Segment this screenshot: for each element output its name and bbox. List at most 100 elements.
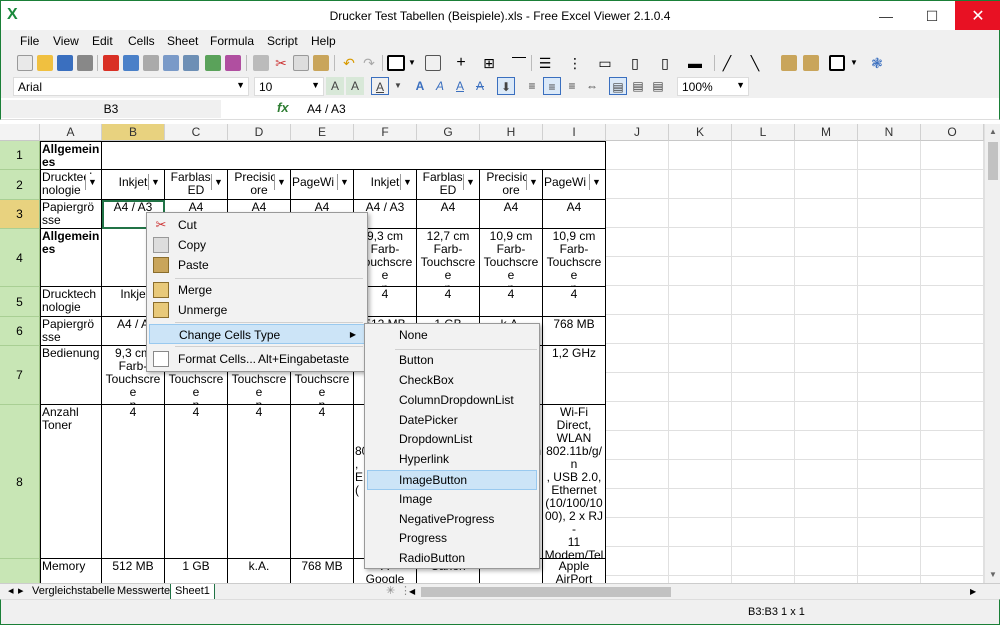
menu-item-paste[interactable]: Paste [149,255,365,275]
cell-i4[interactable]: 10,9 cm Farb- Touchscree n [543,229,606,287]
col-header-d[interactable]: D [228,124,291,141]
strikethrough-icon[interactable]: A [471,77,489,95]
horizontal-scroll-thumb[interactable] [421,587,671,597]
grow-font-icon[interactable]: A [326,77,344,95]
cell-g5[interactable]: 4 [417,287,480,317]
cell-h2[interactable]: Precision ore ▼ [480,170,543,200]
col-header-a[interactable]: A [40,124,102,141]
col-header-f[interactable]: F [354,124,417,141]
border-box-icon[interactable] [425,55,441,71]
cell-b8[interactable]: 4 [102,405,165,559]
shrink-font-icon[interactable]: A [346,77,364,95]
function-icon[interactable]: fx [277,100,289,115]
col-header-j[interactable]: J [606,124,669,141]
submenu-item-imagebutton[interactable]: ImageButton [367,470,537,490]
style-dropdown-icon[interactable]: ▼ [849,55,859,71]
col-header-b[interactable]: B [102,124,165,141]
zoom-select[interactable]: 100% ▼ [677,77,749,96]
menu-file[interactable]: File [20,34,39,48]
vertical-scrollbar[interactable]: ▲ ▼ [984,124,1000,583]
cell-i9[interactable]: Apple AirPort [543,559,606,583]
cell-e8[interactable]: 4 [291,405,354,559]
cell-h5[interactable]: 4 [480,287,543,317]
cell-g2[interactable]: Farblaser ED ▼ [417,170,480,200]
menu-help[interactable]: Help [311,34,336,48]
submenu-item-columndropdownlist[interactable]: ColumnDropdownList [367,391,537,411]
border-bottom-icon[interactable]: ▭ [597,55,613,71]
col-header-h[interactable]: H [480,124,543,141]
unmerge-cells-icon[interactable] [803,55,819,71]
border-top-icon[interactable]: ⎺ [511,55,527,71]
font-color-icon[interactable]: A [371,77,389,95]
border-inner-icon[interactable]: + [453,55,469,71]
cell-f2[interactable]: Inkjet ▼ [354,170,417,200]
dropdown-arrow-icon[interactable]: ▼ [526,174,540,190]
cell-c8[interactable]: 4 [165,405,228,559]
col-header-g[interactable]: G [417,124,480,141]
row-header-6[interactable]: 6 [0,317,40,346]
row-header-8[interactable]: 8 [0,405,40,559]
copy-format-icon[interactable] [253,55,269,71]
font-size-select[interactable]: 10 ▼ [254,77,324,96]
dropdown-arrow-icon[interactable]: ▼ [211,174,225,190]
undo-icon[interactable]: ↶ [341,55,357,71]
row-header-4[interactable]: 4 [0,229,40,287]
submenu-item-image[interactable]: Image [367,490,537,510]
italic-icon[interactable]: A [431,77,449,95]
submenu-item-hyperlink[interactable]: Hyperlink [367,450,537,470]
menu-item-unmerge[interactable]: Unmerge [149,300,365,320]
menu-item-change-cells-type[interactable]: Change Cells Type ▶ [149,324,365,344]
menu-view[interactable]: View [53,34,79,48]
formula-input[interactable]: A4 / A3 [301,100,991,118]
align-bottom-icon[interactable]: ⬇ [497,77,515,95]
cell-c9[interactable]: 1 GB [165,559,228,583]
menu-item-merge[interactable]: Merge [149,280,365,300]
border-outline-icon[interactable] [387,55,405,71]
menu-sheet[interactable]: Sheet [167,34,198,48]
border-vertical-icon[interactable]: ⋮ [567,55,583,71]
cell-i6[interactable]: 768 MB [543,317,606,346]
diagonal-up-icon[interactable]: ╱ [719,55,735,71]
cell-i5[interactable]: 4 [543,287,606,317]
cell-h3[interactable]: A4 [480,200,543,229]
border-right-icon[interactable]: ▯ [657,55,673,71]
dropdown-arrow-icon[interactable]: ▼ [274,174,288,190]
cell-a8[interactable]: Anzahl Toner [40,405,102,559]
submenu-item-negativeprogress[interactable]: NegativeProgress [367,510,537,530]
col-header-l[interactable]: L [732,124,795,141]
cell-a4[interactable]: Allgemeines [40,229,102,287]
border-dropdown-icon[interactable]: ▼ [407,55,417,71]
dropdown-arrow-icon[interactable]: ▼ [337,174,351,190]
cell-a2[interactable]: Drucktechnologie ▼ [40,170,102,200]
submenu-item-radiobutton[interactable]: RadioButton [367,549,537,569]
submenu-item-button[interactable]: Button [367,351,537,371]
window-icon[interactable] [143,55,159,71]
col-header-c[interactable]: C [165,124,228,141]
border-all-icon[interactable]: ⊞ [481,55,497,71]
tab-next-icon[interactable]: ▸ [14,584,28,600]
row-header-7[interactable]: 7 [0,346,40,405]
chart-icon[interactable] [183,55,199,71]
cell-a3[interactable]: Papiergrösse [40,200,102,229]
open-folder-icon[interactable] [37,55,53,71]
cut-icon[interactable]: ✂ [273,55,289,71]
cell-b9[interactable]: 512 MB [102,559,165,583]
vertical-scroll-thumb[interactable] [988,142,998,180]
cell-a1[interactable]: Allgemeines [40,141,102,170]
menu-item-cut[interactable]: ✂ Cut [149,215,365,235]
export-icon[interactable] [123,55,139,71]
cell-i2[interactable]: PageWi ▼ [543,170,606,200]
dropdown-arrow-icon[interactable]: ▼ [148,174,162,190]
cell-a6[interactable]: Papiergrösse [40,317,102,346]
align-left-icon[interactable]: ≡ [523,77,541,95]
row-header-9[interactable] [0,559,40,583]
row-header-3[interactable]: 3 [0,200,40,229]
wrap-text-icon[interactable]: ⇔ [583,77,601,95]
dropdown-arrow-icon[interactable]: ▼ [85,174,99,190]
menu-formula[interactable]: Formula [210,34,254,48]
border-horizontal-icon[interactable]: ☰ [537,55,553,71]
diagonal-down-icon[interactable]: ╲ [747,55,763,71]
style-box-icon[interactable] [829,55,845,71]
paste-icon[interactable] [313,55,329,71]
print-icon[interactable] [77,55,93,71]
